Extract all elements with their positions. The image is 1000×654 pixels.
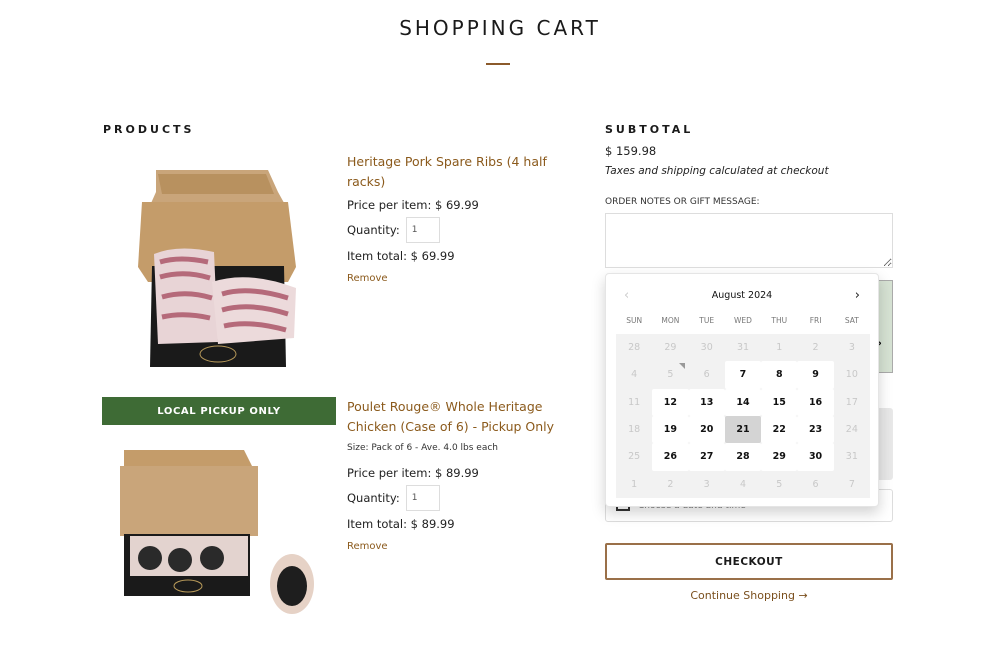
continue-shopping-link[interactable]: Continue Shopping →	[605, 589, 893, 602]
calendar-day[interactable]: 12	[652, 388, 689, 416]
calendar-day[interactable]: 22	[761, 416, 798, 444]
title-divider	[486, 63, 510, 65]
calendar-day: 28	[628, 342, 641, 354]
calendar-day[interactable]: 28	[724, 443, 762, 471]
calendar-day: 29	[664, 342, 677, 354]
calendar-day: 17	[845, 396, 858, 408]
checkout-button[interactable]: CHECKOUT	[605, 543, 893, 580]
calendar-day[interactable]: 8	[761, 361, 798, 389]
calendar-day: 25	[628, 451, 641, 463]
order-notes-textarea[interactable]	[605, 213, 893, 268]
remove-item-link[interactable]: Remove	[347, 273, 388, 284]
calendar-day[interactable]: 19	[652, 416, 689, 444]
calendar-day[interactable]: 9	[797, 361, 834, 389]
product-image-pork-ribs[interactable]	[138, 162, 298, 374]
tax-note: Taxes and shipping calculated at checkou…	[605, 165, 829, 177]
products-heading: PRODUCTS	[103, 123, 195, 136]
calendar-day[interactable]: 20	[688, 416, 725, 444]
calendar-day: 1	[776, 342, 783, 354]
calendar-day: 7	[848, 478, 855, 490]
order-notes-label: ORDER NOTES OR GIFT MESSAGE:	[605, 197, 760, 207]
quantity-label: Quantity:	[347, 223, 400, 237]
calendar-day: 31	[736, 342, 750, 354]
datepicker-weekdays: SUN MON TUE WED THU FRI SAT	[616, 316, 870, 325]
calendar-day[interactable]: 15	[761, 388, 798, 416]
calendar-day[interactable]: 14	[724, 388, 762, 416]
calendar-day: 6	[812, 478, 819, 490]
calendar-day[interactable]: 7	[724, 361, 762, 389]
quantity-input[interactable]	[405, 217, 440, 243]
weekday-label: MON	[661, 316, 680, 325]
calendar-day: 11	[628, 396, 641, 408]
calendar-day: 24	[845, 424, 858, 436]
calendar-day: 4	[739, 478, 747, 490]
calendar-day[interactable]: 21	[724, 416, 762, 444]
chevron-right-icon[interactable]: ›	[855, 288, 860, 303]
calendar-day: 5	[652, 361, 688, 388]
weekday-label: TUE	[699, 316, 715, 325]
calendar-day[interactable]: 30	[797, 443, 834, 471]
calendar-day: 3	[848, 342, 855, 354]
product-name-link[interactable]: Heritage Pork Spare Ribs (4 half racks)	[347, 152, 587, 192]
datepicker-month: August 2024	[711, 290, 773, 301]
quantity-input[interactable]	[405, 485, 440, 511]
weekday-label: SAT	[844, 316, 859, 325]
weekday-label: WED	[734, 316, 752, 325]
calendar-day[interactable]: 27	[688, 443, 725, 471]
calendar-day: 2	[667, 478, 674, 490]
cart-item-chicken: Poulet Rouge® Whole Heritage Chicken (Ca…	[347, 397, 587, 553]
weekday-label: SUN	[626, 316, 643, 325]
page-title: SHOPPING CART	[399, 16, 601, 40]
calendar-day: 4	[631, 369, 638, 381]
calendar-day: 3	[703, 478, 710, 490]
item-total: Item total: $ 69.99	[347, 249, 455, 263]
product-name-link[interactable]: Poulet Rouge® Whole Heritage Chicken (Ca…	[347, 397, 587, 437]
calendar-day: 5	[776, 478, 783, 490]
calendar-day: 31	[845, 451, 858, 463]
calendar-day[interactable]: 29	[761, 443, 798, 471]
calendar-day: 10	[845, 369, 858, 381]
subtotal-value: $ 159.98	[605, 144, 657, 158]
calendar-day: 1	[631, 478, 638, 490]
calendar-day: 18	[628, 424, 641, 436]
weekday-label: THU	[771, 316, 788, 325]
subtotal-heading: SUBTOTAL	[605, 123, 694, 136]
weekday-label: FRI	[809, 316, 822, 325]
calendar-day: 6	[703, 369, 710, 381]
cart-item-pork-ribs: Heritage Pork Spare Ribs (4 half racks) …	[347, 152, 587, 285]
calendar-day[interactable]: 26	[652, 443, 689, 471]
calendar-day[interactable]: 23	[797, 416, 834, 444]
datepicker-days: 28 29 30 31 1 2 3 4 5 6 7 8 9 10 11 12 13 14 15 16 17 18 19 20 2…	[616, 334, 870, 498]
datepicker-popup: ‹ August 2024 › SUN MON TUE WED THU FRI SAT 28…	[605, 273, 879, 507]
item-total: Item total: $ 89.99	[347, 517, 455, 531]
calendar-day[interactable]: 16	[797, 388, 834, 416]
price-per-item: Price per item: $ 89.99	[347, 466, 479, 480]
calendar-day: 2	[812, 342, 819, 354]
local-pickup-badge: LOCAL PICKUP ONLY	[102, 397, 336, 425]
product-image-chicken-case[interactable]	[118, 436, 328, 616]
calendar-day[interactable]: 13	[688, 388, 725, 416]
product-variant: Size: Pack of 6 - Ave. 4.0 lbs each	[347, 443, 499, 453]
calendar-day: 30	[700, 342, 713, 354]
quantity-label: Quantity:	[347, 491, 400, 505]
price-per-item: Price per item: $ 69.99	[347, 198, 479, 212]
remove-item-link[interactable]: Remove	[347, 541, 388, 552]
